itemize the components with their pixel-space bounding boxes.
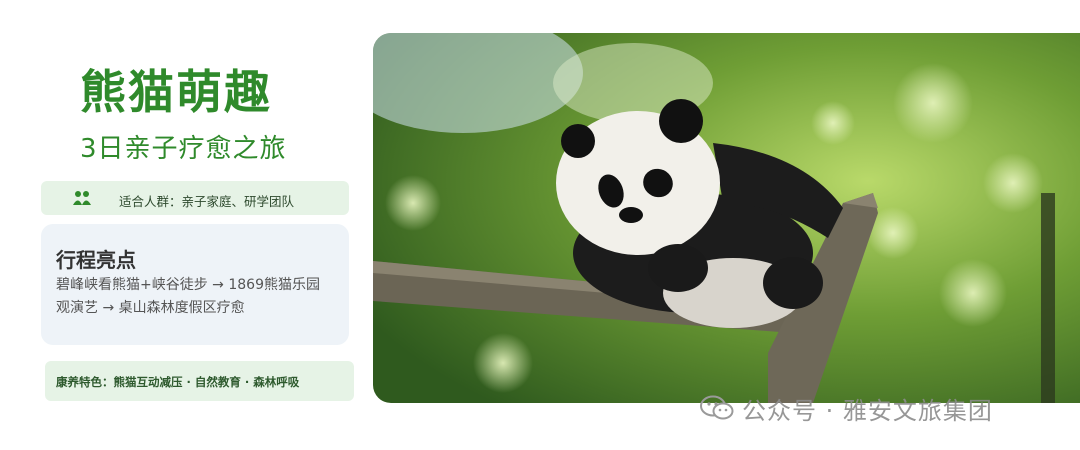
feature-badge: 康养特色：熊猫互动减压 · 自然教育 · 森林呼吸 (45, 361, 354, 401)
highlights-heading: 行程亮点 (56, 248, 136, 272)
page-title: 熊猫萌趣 (80, 65, 272, 119)
highlights-line-1: 碧峰峡看熊猫+峡谷徒步 → 1869熊猫乐园 (56, 277, 320, 293)
highlights-line-2: 观演艺 → 桌山森林度假区疗愈 (56, 300, 245, 316)
watermark-text: 公众号 · 雅安文旅集团 (742, 396, 993, 425)
wechat-icon (700, 395, 734, 420)
audience-badge: 适合人群：亲子家庭、研学团队 (41, 181, 349, 215)
panda-photo (373, 33, 1080, 403)
feature-text: 康养特色：熊猫互动减压 · 自然教育 · 森林呼吸 (56, 375, 300, 389)
highlights-card: 行程亮点 碧峰峡看熊猫+峡谷徒步 → 1869熊猫乐园 观演艺 → 桌山森林度假… (41, 224, 349, 345)
audience-text: 适合人群：亲子家庭、研学团队 (119, 194, 295, 209)
people-icon (73, 191, 91, 205)
highlights-body: 碧峰峡看熊猫+峡谷徒步 → 1869熊猫乐园 观演艺 → 桌山森林度假区疗愈 (56, 274, 341, 320)
page-subtitle: 3日亲子疗愈之旅 (80, 134, 287, 164)
watermark: 公众号 · 雅安文旅集团 (700, 392, 993, 425)
